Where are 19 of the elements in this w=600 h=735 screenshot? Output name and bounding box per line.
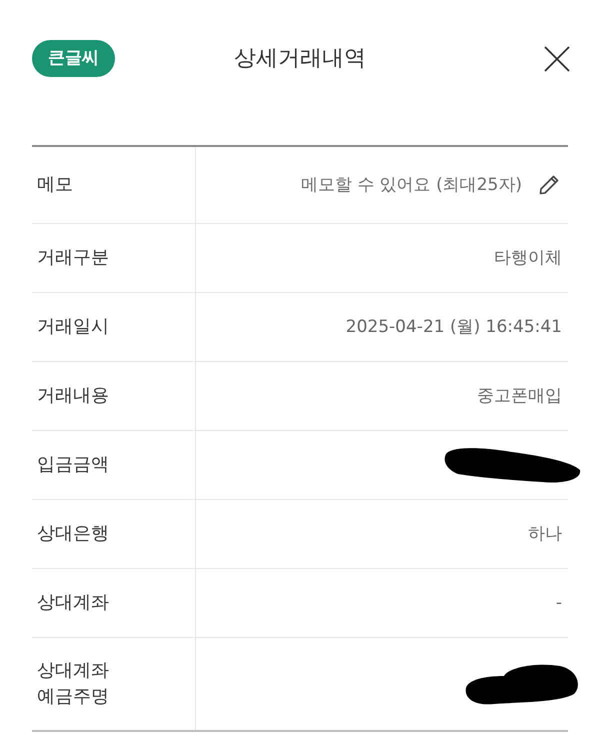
detail-label: 거래일시	[37, 315, 109, 339]
detail-value: 중고폰매입	[477, 385, 562, 408]
detail-label: 메모	[37, 173, 73, 197]
detail-label: 상대계좌	[37, 591, 109, 615]
detail-value: -	[556, 592, 562, 615]
close-icon	[543, 44, 571, 72]
detail-label: 상대계좌 예금주명	[37, 659, 109, 709]
detail-value: 2025-04-21 (월) 16:45:41	[346, 316, 562, 339]
large-text-button[interactable]: 큰글씨	[32, 40, 115, 77]
detail-label: 입금금액	[37, 453, 109, 477]
page-title: 상세거래내역	[234, 45, 366, 73]
detail-label: 거래구분	[37, 246, 109, 270]
detail-value: 타행이체	[494, 247, 562, 270]
detail-label: 거래내용	[37, 384, 109, 408]
detail-label: 상대은행	[37, 522, 109, 546]
pencil-icon	[537, 173, 561, 197]
memo-field[interactable]: 메모할 수 있어요 (최대25자)	[292, 173, 522, 197]
detail-value: 하나	[528, 523, 562, 546]
close-button[interactable]	[542, 44, 572, 74]
